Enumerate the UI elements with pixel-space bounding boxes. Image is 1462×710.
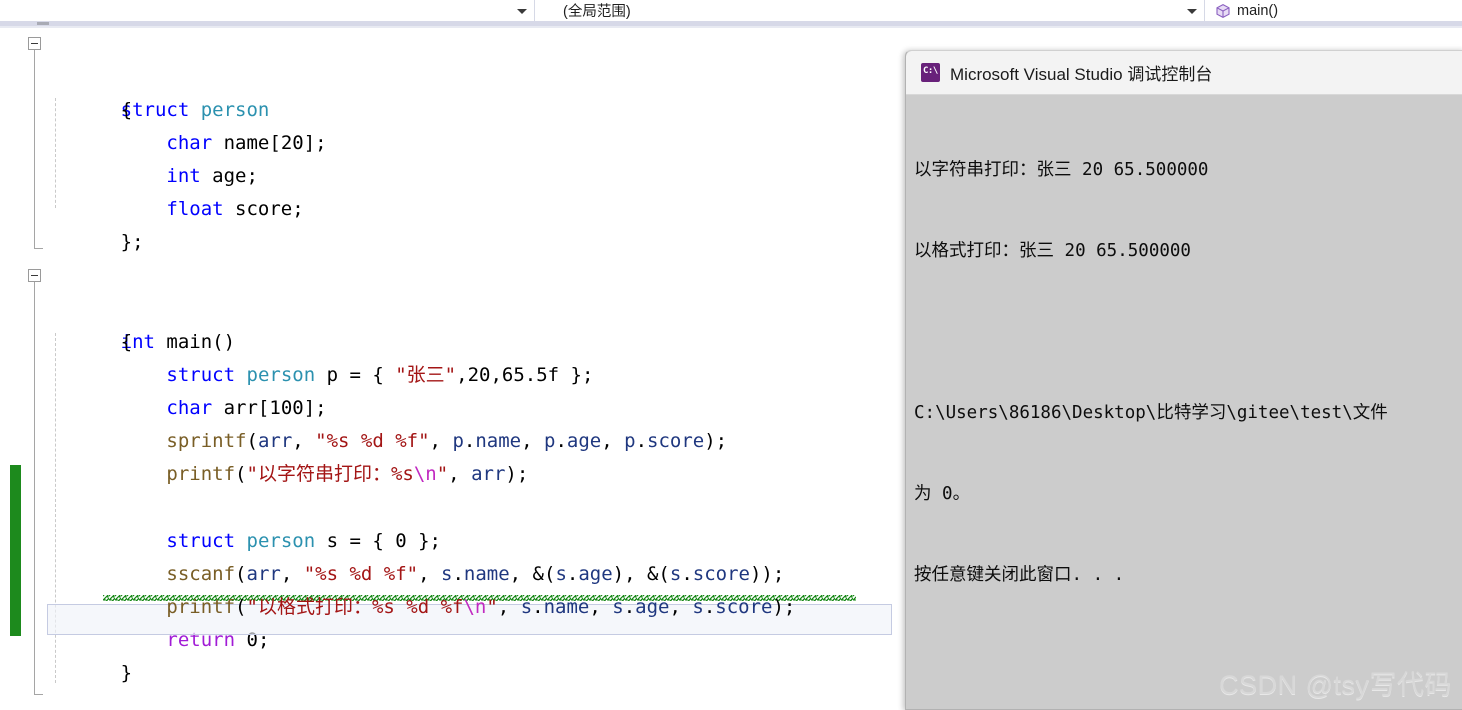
editor-navigation-bar: (全局范围) main() — [0, 0, 1462, 21]
code-line-8[interactable]: int main() — [0, 260, 930, 353]
code-line-13[interactable]: printf("以字符串打印：%s\n", arr); — [0, 425, 930, 485]
code-line-1[interactable]: struct person — [0, 28, 930, 121]
code-line-17[interactable]: printf("以格式打印：%s %d %f\n", s.name, s.age… — [0, 558, 930, 618]
debug-console-window[interactable]: C:\ Microsoft Visual Studio 调试控制台 以字符串打印… — [905, 50, 1462, 710]
navbar-splitter-handle[interactable] — [37, 22, 49, 25]
code-line-15[interactable]: struct person s = { 0 }; — [0, 492, 930, 552]
console-output-area[interactable]: 以字符串打印：张三 20 65.500000 以格式打印：张三 20 65.50… — [906, 95, 1462, 709]
project-dropdown[interactable] — [0, 0, 535, 21]
code-line-3[interactable]: char name[20]; — [0, 94, 930, 154]
console-line: 以格式打印：张三 20 65.500000 — [914, 241, 1191, 261]
console-cmd-icon: C:\ — [921, 63, 940, 82]
chevron-down-icon[interactable] — [517, 8, 527, 14]
token-string: "以格式打印：%s %d %f — [246, 596, 464, 618]
code-line-10[interactable]: struct person p = { "张三",20,65.5f }; — [0, 326, 930, 386]
code-line-6[interactable]: }; — [0, 193, 930, 253]
console-title-bar[interactable]: C:\ Microsoft Visual Studio 调试控制台 — [906, 51, 1462, 95]
csdn-watermark: CSDN @tsy写代码 — [1219, 670, 1452, 700]
chevron-down-icon[interactable] — [1187, 8, 1197, 14]
scope-dropdown[interactable]: (全局范围) — [535, 0, 1205, 21]
code-line-7[interactable] — [0, 226, 930, 259]
console-line: C:\Users\86186\Desktop\比特学习\gitee\test\文… — [914, 403, 1388, 423]
navbar-separator-line — [0, 26, 1462, 28]
console-line: 按任意键关闭此窗口. . . — [914, 565, 1125, 585]
collapse-minus-icon[interactable] — [28, 269, 41, 282]
member-dropdown[interactable]: main() — [1205, 0, 1462, 21]
code-line-11[interactable]: char arr[100]; — [0, 359, 930, 419]
token-function: printf — [166, 596, 236, 618]
member-dropdown-value: main() — [1237, 2, 1279, 19]
code-line-4[interactable]: int age; — [0, 127, 930, 187]
code-line-9[interactable]: { — [0, 293, 930, 353]
code-line-12[interactable]: sprintf(arr, "%s %d %f", p.name, p.age, … — [0, 392, 930, 452]
code-line-2[interactable]: { — [0, 61, 930, 121]
code-line-14[interactable] — [0, 458, 930, 491]
console-line: 为 0。 — [914, 484, 971, 504]
method-cube-icon — [1215, 3, 1231, 19]
console-line: 以字符串打印：张三 20 65.500000 — [914, 160, 1209, 180]
token-escape: \n — [463, 596, 487, 618]
code-line-16[interactable]: sscanf(arr, "%s %d %f", s.name, &(s.age)… — [0, 525, 930, 585]
scope-dropdown-value: (全局范围) — [563, 4, 631, 20]
console-title-label: Microsoft Visual Studio 调试控制台 — [950, 65, 1213, 84]
collapse-minus-icon[interactable] — [28, 37, 41, 50]
unsaved-change-bar — [10, 465, 21, 636]
console-icon-label: C:\ — [923, 66, 938, 76]
code-line-5[interactable]: float score; — [0, 160, 930, 220]
code-text-block[interactable]: struct person { char name[20]; int age; … — [0, 28, 795, 710]
